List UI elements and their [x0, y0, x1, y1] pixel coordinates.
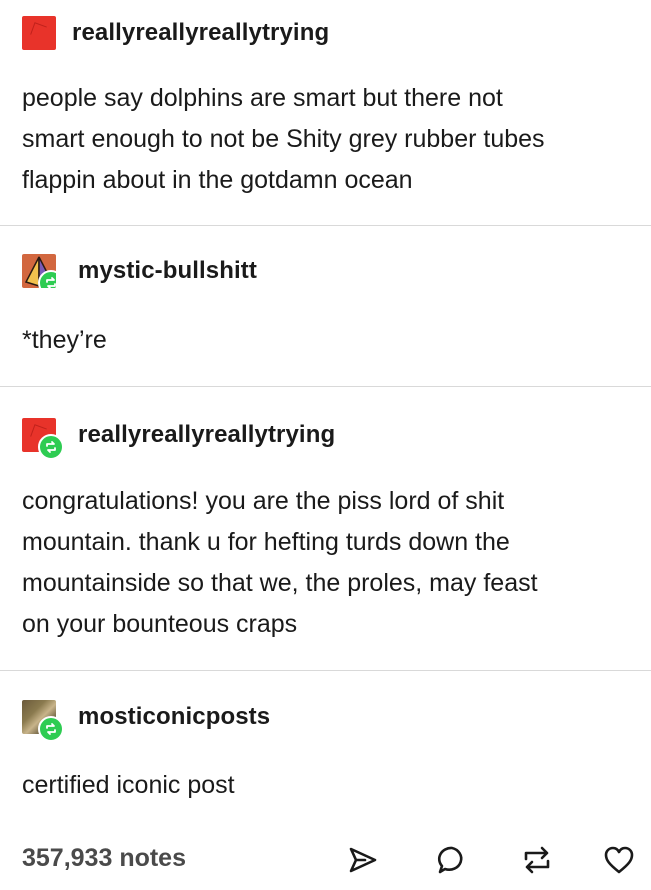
post-body: people say dolphins are smart but there … — [22, 78, 632, 201]
divider — [0, 386, 651, 387]
reblog-icon — [46, 441, 56, 453]
post-body: congratulations! you are the piss lord o… — [22, 481, 632, 645]
post-text-line: smart enough to not be Shity grey rubber… — [22, 125, 545, 153]
reblog-button[interactable] — [517, 842, 557, 878]
avatar[interactable] — [22, 254, 56, 288]
like-button[interactable] — [599, 842, 639, 878]
avatar[interactable] — [22, 16, 56, 50]
reblog-badge — [38, 434, 64, 460]
post-body: *they’re — [22, 320, 632, 361]
reply-icon — [437, 846, 463, 874]
avatar[interactable] — [22, 700, 64, 742]
post-header: reallyreallyreallytrying — [22, 16, 329, 50]
avatar[interactable] — [22, 418, 64, 460]
post-text-line: certified iconic post — [22, 771, 235, 799]
post-header: mystic-bullshitt — [22, 254, 257, 288]
username[interactable]: mystic-bullshitt — [78, 257, 257, 285]
notes-count[interactable]: 357,933 notes — [22, 844, 186, 873]
post-footer: 357,933 notes — [0, 836, 651, 882]
post-text-line: mountainside so that we, the proles, may… — [22, 569, 538, 597]
post-body: certified iconic post — [22, 765, 632, 806]
divider — [0, 225, 651, 226]
reply-button[interactable] — [432, 842, 472, 878]
like-icon — [604, 846, 634, 874]
post-text-line: flappin about in the gotdamn ocean — [22, 166, 413, 194]
reblog-icon — [46, 723, 56, 735]
username[interactable]: mosticonicposts — [78, 703, 270, 731]
share-icon — [349, 847, 377, 873]
divider — [0, 670, 651, 671]
username[interactable]: reallyreallyreallytrying — [72, 19, 329, 47]
post-header: mosticonicposts — [22, 700, 270, 742]
post-text-line: congratulations! you are the piss lord o… — [22, 487, 505, 515]
username[interactable]: reallyreallyreallytrying — [78, 421, 335, 449]
post-header: reallyreallyreallytrying — [22, 418, 335, 460]
share-button[interactable] — [343, 842, 383, 878]
post-text-line: on your bounteous craps — [22, 610, 298, 638]
post-text-line: *they’re — [22, 326, 107, 354]
reblog-icon — [524, 846, 550, 874]
post-text-line: people say dolphins are smart but there … — [22, 84, 503, 112]
reblog-icon — [46, 277, 56, 288]
post-text-line: mountain. thank u for hefting turds down… — [22, 528, 510, 556]
reblog-badge — [38, 716, 64, 742]
